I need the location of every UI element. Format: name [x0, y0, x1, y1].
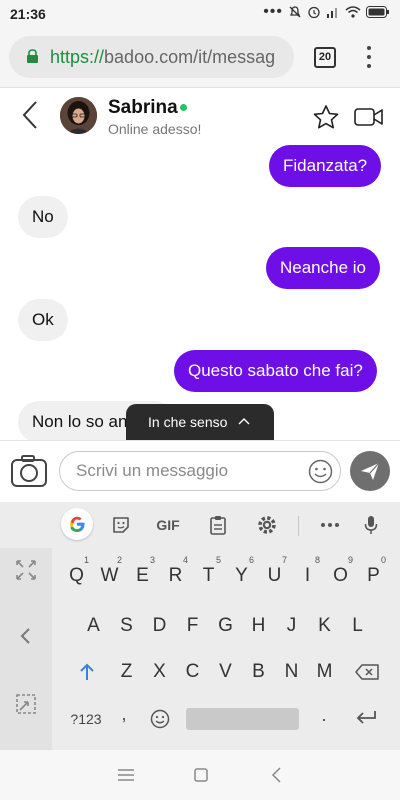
period-key[interactable]: . [314, 705, 334, 726]
key-b[interactable]: B [242, 654, 275, 690]
backspace-icon [354, 664, 379, 680]
url-domain: badoo.com/it/messag [104, 47, 276, 67]
chat-header: Sabrina Online adesso! [0, 90, 400, 140]
enter-icon [356, 711, 376, 724]
status-time: 21:36 [10, 6, 46, 22]
key-q[interactable]: Q1 [60, 555, 93, 594]
signal-icon [327, 8, 337, 18]
on-screen-keyboard: GIF Q1 W2 E3 R4 T5 Y6 U7 I8 O9 P0 A S D … [0, 502, 400, 750]
message-bubble-incoming[interactable]: Ok [18, 299, 68, 341]
keyboard-toolbar: GIF [0, 502, 400, 548]
send-button[interactable] [350, 451, 390, 491]
status-bar: 21:36 ••• [0, 0, 400, 28]
google-search-icon[interactable] [61, 508, 93, 540]
key-y[interactable]: Y6 [225, 555, 258, 594]
key-x[interactable]: X [143, 654, 176, 690]
key-a[interactable]: A [77, 608, 110, 644]
more-options-icon[interactable] [315, 512, 345, 538]
browser-menu-icon[interactable] [362, 44, 376, 70]
chevron-up-icon [238, 418, 250, 425]
key-t[interactable]: T5 [192, 555, 225, 594]
key-o[interactable]: O9 [324, 555, 357, 594]
toolbar-divider [298, 516, 299, 536]
chevron-left-icon[interactable] [14, 624, 38, 648]
emoji-key[interactable] [148, 709, 172, 732]
key-s[interactable]: S [110, 608, 143, 644]
key-n[interactable]: N [275, 654, 308, 690]
key-h[interactable]: H [242, 608, 275, 644]
recent-apps-icon[interactable] [115, 765, 137, 785]
microphone-icon[interactable] [356, 512, 386, 538]
key-c[interactable]: C [176, 654, 209, 690]
video-call-icon[interactable] [354, 107, 384, 127]
gif-button[interactable]: GIF [153, 512, 183, 538]
lock-icon [27, 49, 38, 63]
backspace-key[interactable] [350, 654, 383, 690]
back-nav-icon[interactable] [266, 765, 288, 785]
wifi-icon [345, 6, 361, 18]
key-k[interactable]: K [308, 608, 341, 644]
battery-icon [366, 6, 389, 18]
key-f[interactable]: F [176, 608, 209, 644]
browser-toolbar: https://badoo.com/it/messag 20 [0, 28, 400, 88]
key-i[interactable]: I8 [291, 555, 324, 594]
key-m[interactable]: M [308, 654, 341, 690]
contact-name[interactable]: Sabrina [108, 97, 178, 119]
message-bubble-incoming[interactable]: No [18, 196, 68, 238]
quick-reply-toast[interactable]: In che senso [126, 404, 274, 440]
url-text: https://badoo.com/it/messag [50, 47, 275, 68]
key-p[interactable]: P0 [357, 555, 390, 594]
space-key[interactable] [186, 708, 299, 730]
message-composer [0, 440, 400, 502]
clipboard-icon[interactable] [203, 512, 233, 538]
key-z[interactable]: Z [110, 654, 143, 690]
camera-icon[interactable] [10, 453, 48, 489]
key-l[interactable]: L [341, 608, 374, 644]
contact-status: Online adesso! [108, 121, 202, 137]
message-input[interactable] [59, 451, 341, 491]
shift-key[interactable] [70, 654, 103, 690]
url-scheme: https:// [50, 47, 105, 67]
keyboard-side-panel [0, 548, 52, 750]
avatar[interactable] [60, 97, 97, 134]
message-bubble-outgoing[interactable]: Fidanzata? [269, 145, 382, 187]
key-d[interactable]: D [143, 608, 176, 644]
sticker-icon[interactable] [106, 512, 136, 538]
float-keyboard-icon[interactable] [14, 692, 38, 716]
silent-bell-icon [289, 6, 301, 18]
key-w[interactable]: W2 [93, 555, 126, 594]
expand-icon[interactable] [14, 558, 38, 582]
star-icon[interactable] [312, 104, 340, 130]
arrow-up-icon [79, 663, 94, 680]
key-j[interactable]: J [275, 608, 308, 644]
address-bar[interactable]: https://badoo.com/it/messag [9, 36, 294, 78]
smiley-icon [150, 709, 170, 729]
alarm-icon [308, 6, 320, 19]
status-icons: ••• [263, 3, 390, 20]
key-r[interactable]: R4 [159, 555, 192, 594]
key-u[interactable]: U7 [258, 555, 291, 594]
toast-label: In che senso [148, 414, 228, 430]
message-bubble-outgoing[interactable]: Questo sabato che fai? [174, 350, 377, 392]
key-e[interactable]: E3 [126, 555, 159, 594]
online-indicator [180, 104, 187, 111]
back-icon[interactable] [18, 100, 42, 130]
comma-key[interactable]: , [114, 704, 134, 725]
home-icon[interactable] [190, 765, 212, 785]
key-v[interactable]: V [209, 654, 242, 690]
message-bubble-outgoing[interactable]: Neanche io [266, 247, 381, 289]
tab-switcher-button[interactable]: 20 [314, 47, 336, 68]
more-dots-icon: ••• [263, 3, 283, 20]
system-navigation-bar [0, 750, 400, 800]
emoji-icon[interactable] [308, 459, 333, 484]
send-icon [361, 462, 380, 480]
gear-icon[interactable] [252, 512, 282, 538]
symbols-key[interactable]: ?123 [64, 711, 108, 727]
message-list[interactable]: Fidanzata? No Neanche io Ok Questo sabat… [0, 140, 400, 443]
enter-key[interactable] [352, 709, 380, 728]
key-g[interactable]: G [209, 608, 242, 644]
